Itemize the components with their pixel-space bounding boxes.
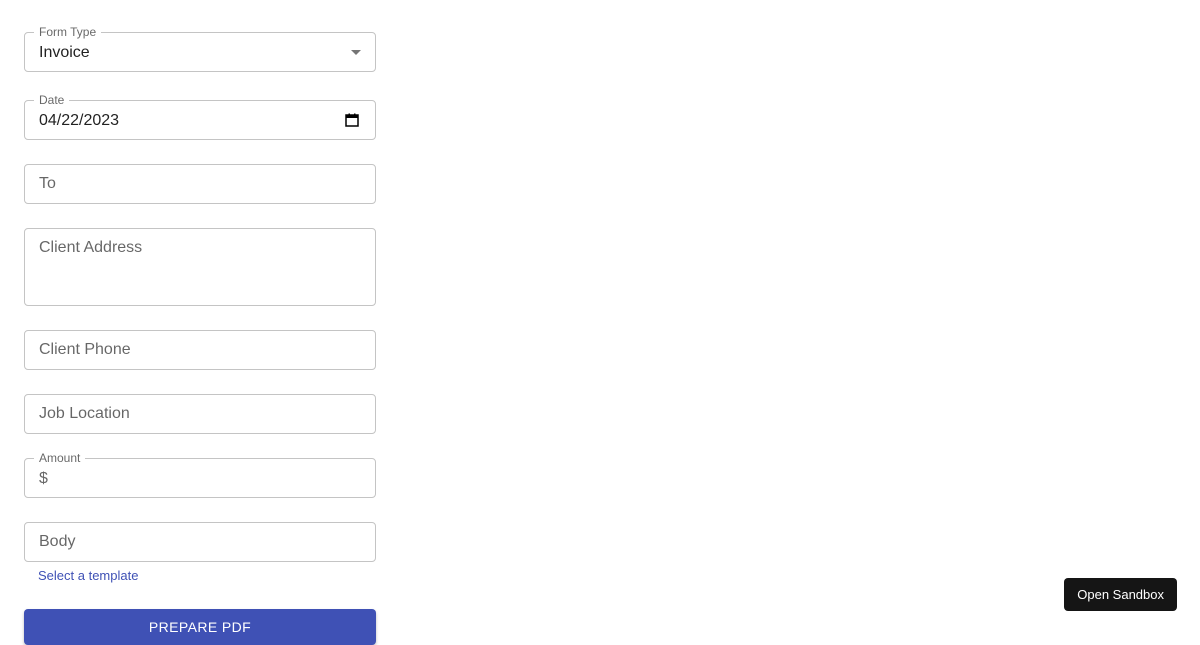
open-sandbox-button[interactable]: Open Sandbox <box>1064 578 1177 611</box>
to-field[interactable]: To <box>24 164 376 204</box>
date-label: Date <box>34 94 70 106</box>
body-field[interactable]: Body <box>24 522 376 562</box>
calendar-icon[interactable] <box>345 113 359 127</box>
client-address-field[interactable]: Client Address <box>24 228 376 306</box>
amount-field[interactable]: Amount $ <box>24 452 376 498</box>
job-location-field[interactable]: Job Location <box>24 394 376 434</box>
date-value: 04/22/2023 <box>39 112 120 129</box>
job-location-placeholder: Job Location <box>39 405 130 422</box>
form-type-select[interactable]: Form Type Invoice <box>24 26 376 72</box>
amount-prefix: $ <box>39 470 48 487</box>
chevron-down-icon[interactable] <box>351 50 361 55</box>
date-field[interactable]: Date 04/22/2023 <box>24 94 376 140</box>
client-phone-placeholder: Client Phone <box>39 341 131 358</box>
client-address-placeholder: Client Address <box>39 239 143 256</box>
select-template-link[interactable]: Select a template <box>38 568 138 583</box>
body-placeholder: Body <box>39 533 76 550</box>
to-placeholder: To <box>39 175 56 192</box>
form-type-value: Invoice <box>39 44 90 61</box>
client-phone-field[interactable]: Client Phone <box>24 330 376 370</box>
form-type-label: Form Type <box>34 26 102 38</box>
prepare-pdf-button[interactable]: PREPARE PDF <box>24 609 376 645</box>
amount-label: Amount <box>34 452 86 464</box>
